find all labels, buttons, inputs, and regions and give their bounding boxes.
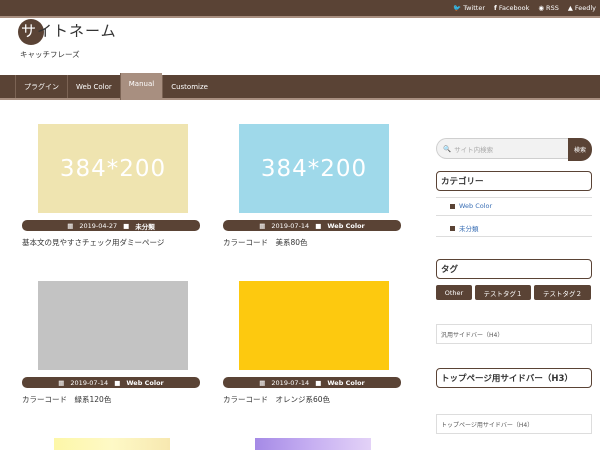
chevron-right-icon — [450, 225, 455, 231]
post-thumbnail-partial-5[interactable] — [54, 438, 170, 450]
feedly-link[interactable]: ▲ Feedly — [568, 4, 596, 12]
calendar-icon: ▦ — [58, 378, 65, 387]
twitter-icon: 🐦 — [453, 4, 462, 12]
post-meta: ▦ 2019-07-14 ■ Web Color — [22, 377, 200, 388]
categories-widget-title: カテゴリー — [436, 171, 592, 191]
post-category[interactable]: Web Color — [327, 222, 364, 230]
facebook-label: Facebook — [498, 4, 530, 12]
site-name-rest: イトネーム — [37, 22, 117, 40]
tag-test-2[interactable]: テストタグ２ — [534, 285, 591, 300]
chevron-right-icon — [450, 203, 455, 209]
category-item-uncategorized[interactable]: 未分類 — [450, 223, 479, 233]
search-input[interactable]: 🔍 サイト内検索 — [436, 138, 572, 159]
nav-item-plugin[interactable]: プラグイン — [15, 75, 67, 98]
post-thumbnail[interactable]: 384*200 — [239, 124, 389, 213]
post-thumbnail[interactable] — [239, 281, 389, 370]
tag-other[interactable]: Other — [436, 285, 472, 300]
post-date: 2019-04-27 — [79, 221, 118, 230]
calendar-icon: ▦ — [259, 378, 266, 387]
site-name[interactable]: サイトネーム — [21, 20, 117, 41]
post-date: 2019-07-14 — [271, 378, 310, 387]
tags-widget-title: タグ — [436, 259, 592, 279]
site-name-first-char: サ — [21, 22, 38, 40]
folder-icon: ■ — [114, 378, 121, 387]
nav-item-manual[interactable]: Manual — [119, 73, 163, 100]
post-title[interactable]: カラーコード 美系80色 — [223, 237, 308, 248]
post-category[interactable]: 未分類 — [135, 221, 155, 231]
divider — [436, 236, 592, 237]
nav-item-web-color[interactable]: Web Color — [67, 75, 120, 98]
social-links: 🐦 Twitter f Facebook ◉ RSS ▲ Feedly — [453, 0, 596, 16]
post-thumbnail-partial-6[interactable] — [255, 438, 371, 450]
tag-test-1[interactable]: テストタグ１ — [475, 285, 531, 300]
search-icon: 🔍 — [443, 144, 452, 153]
calendar-icon: ▦ — [259, 221, 266, 230]
top-sidebar-widget-title: トップページ用サイドバー（H3） — [436, 368, 592, 388]
feedly-label: Feedly — [574, 4, 596, 12]
folder-icon: ■ — [315, 221, 322, 230]
facebook-link[interactable]: f Facebook — [494, 4, 529, 12]
post-title[interactable]: カラーコード オレンジ系60色 — [223, 394, 330, 405]
category-item-web-color[interactable]: Web Color — [450, 202, 492, 210]
facebook-icon: f — [494, 4, 497, 12]
main-nav: プラグイン Web Color Manual Customize — [0, 73, 600, 100]
twitter-label: Twitter — [463, 4, 485, 12]
general-sidebar-widget: 汎用サイドバー（H4） — [436, 324, 592, 344]
post-thumbnail[interactable] — [38, 281, 188, 370]
post-date: 2019-07-14 — [70, 378, 109, 387]
nav-item-customize[interactable]: Customize — [162, 75, 216, 98]
post-category[interactable]: Web Color — [327, 379, 364, 387]
twitter-link[interactable]: 🐦 Twitter — [453, 4, 485, 12]
rss-icon: ◉ — [538, 4, 545, 12]
post-date: 2019-07-14 — [271, 221, 310, 230]
top-sidebar-h4-widget: トップページ用サイドバー（H4） — [436, 414, 592, 434]
post-meta: ▦ 2019-04-27 ■ 未分類 — [22, 220, 200, 231]
post-category[interactable]: Web Color — [126, 379, 163, 387]
post-thumbnail[interactable]: 384*200 — [38, 124, 188, 213]
search-placeholder: サイト内検索 — [454, 145, 494, 154]
calendar-icon: ▦ — [67, 221, 74, 230]
folder-icon: ■ — [123, 221, 130, 230]
search-button[interactable]: 検索 — [568, 138, 592, 161]
post-title[interactable]: カラーコード 緑系120色 — [22, 394, 111, 405]
divider — [436, 197, 592, 198]
feedly-icon: ▲ — [567, 4, 573, 12]
post-title[interactable]: 基本文の見やすさチェック用ダミーページ — [22, 237, 164, 248]
top-bar: 🐦 Twitter f Facebook ◉ RSS ▲ Feedly — [0, 0, 600, 18]
rss-link[interactable]: ◉ RSS — [538, 4, 558, 12]
post-meta: ▦ 2019-07-14 ■ Web Color — [223, 220, 401, 231]
folder-icon: ■ — [315, 378, 322, 387]
search-widget: 🔍 サイト内検索 検索 — [436, 138, 592, 161]
post-meta: ▦ 2019-07-14 ■ Web Color — [223, 377, 401, 388]
site-tagline: キャッチフレーズ — [20, 50, 80, 59]
divider — [436, 215, 592, 216]
rss-label: RSS — [546, 4, 559, 12]
category-label: Web Color — [459, 202, 493, 210]
category-label: 未分類 — [459, 225, 479, 233]
